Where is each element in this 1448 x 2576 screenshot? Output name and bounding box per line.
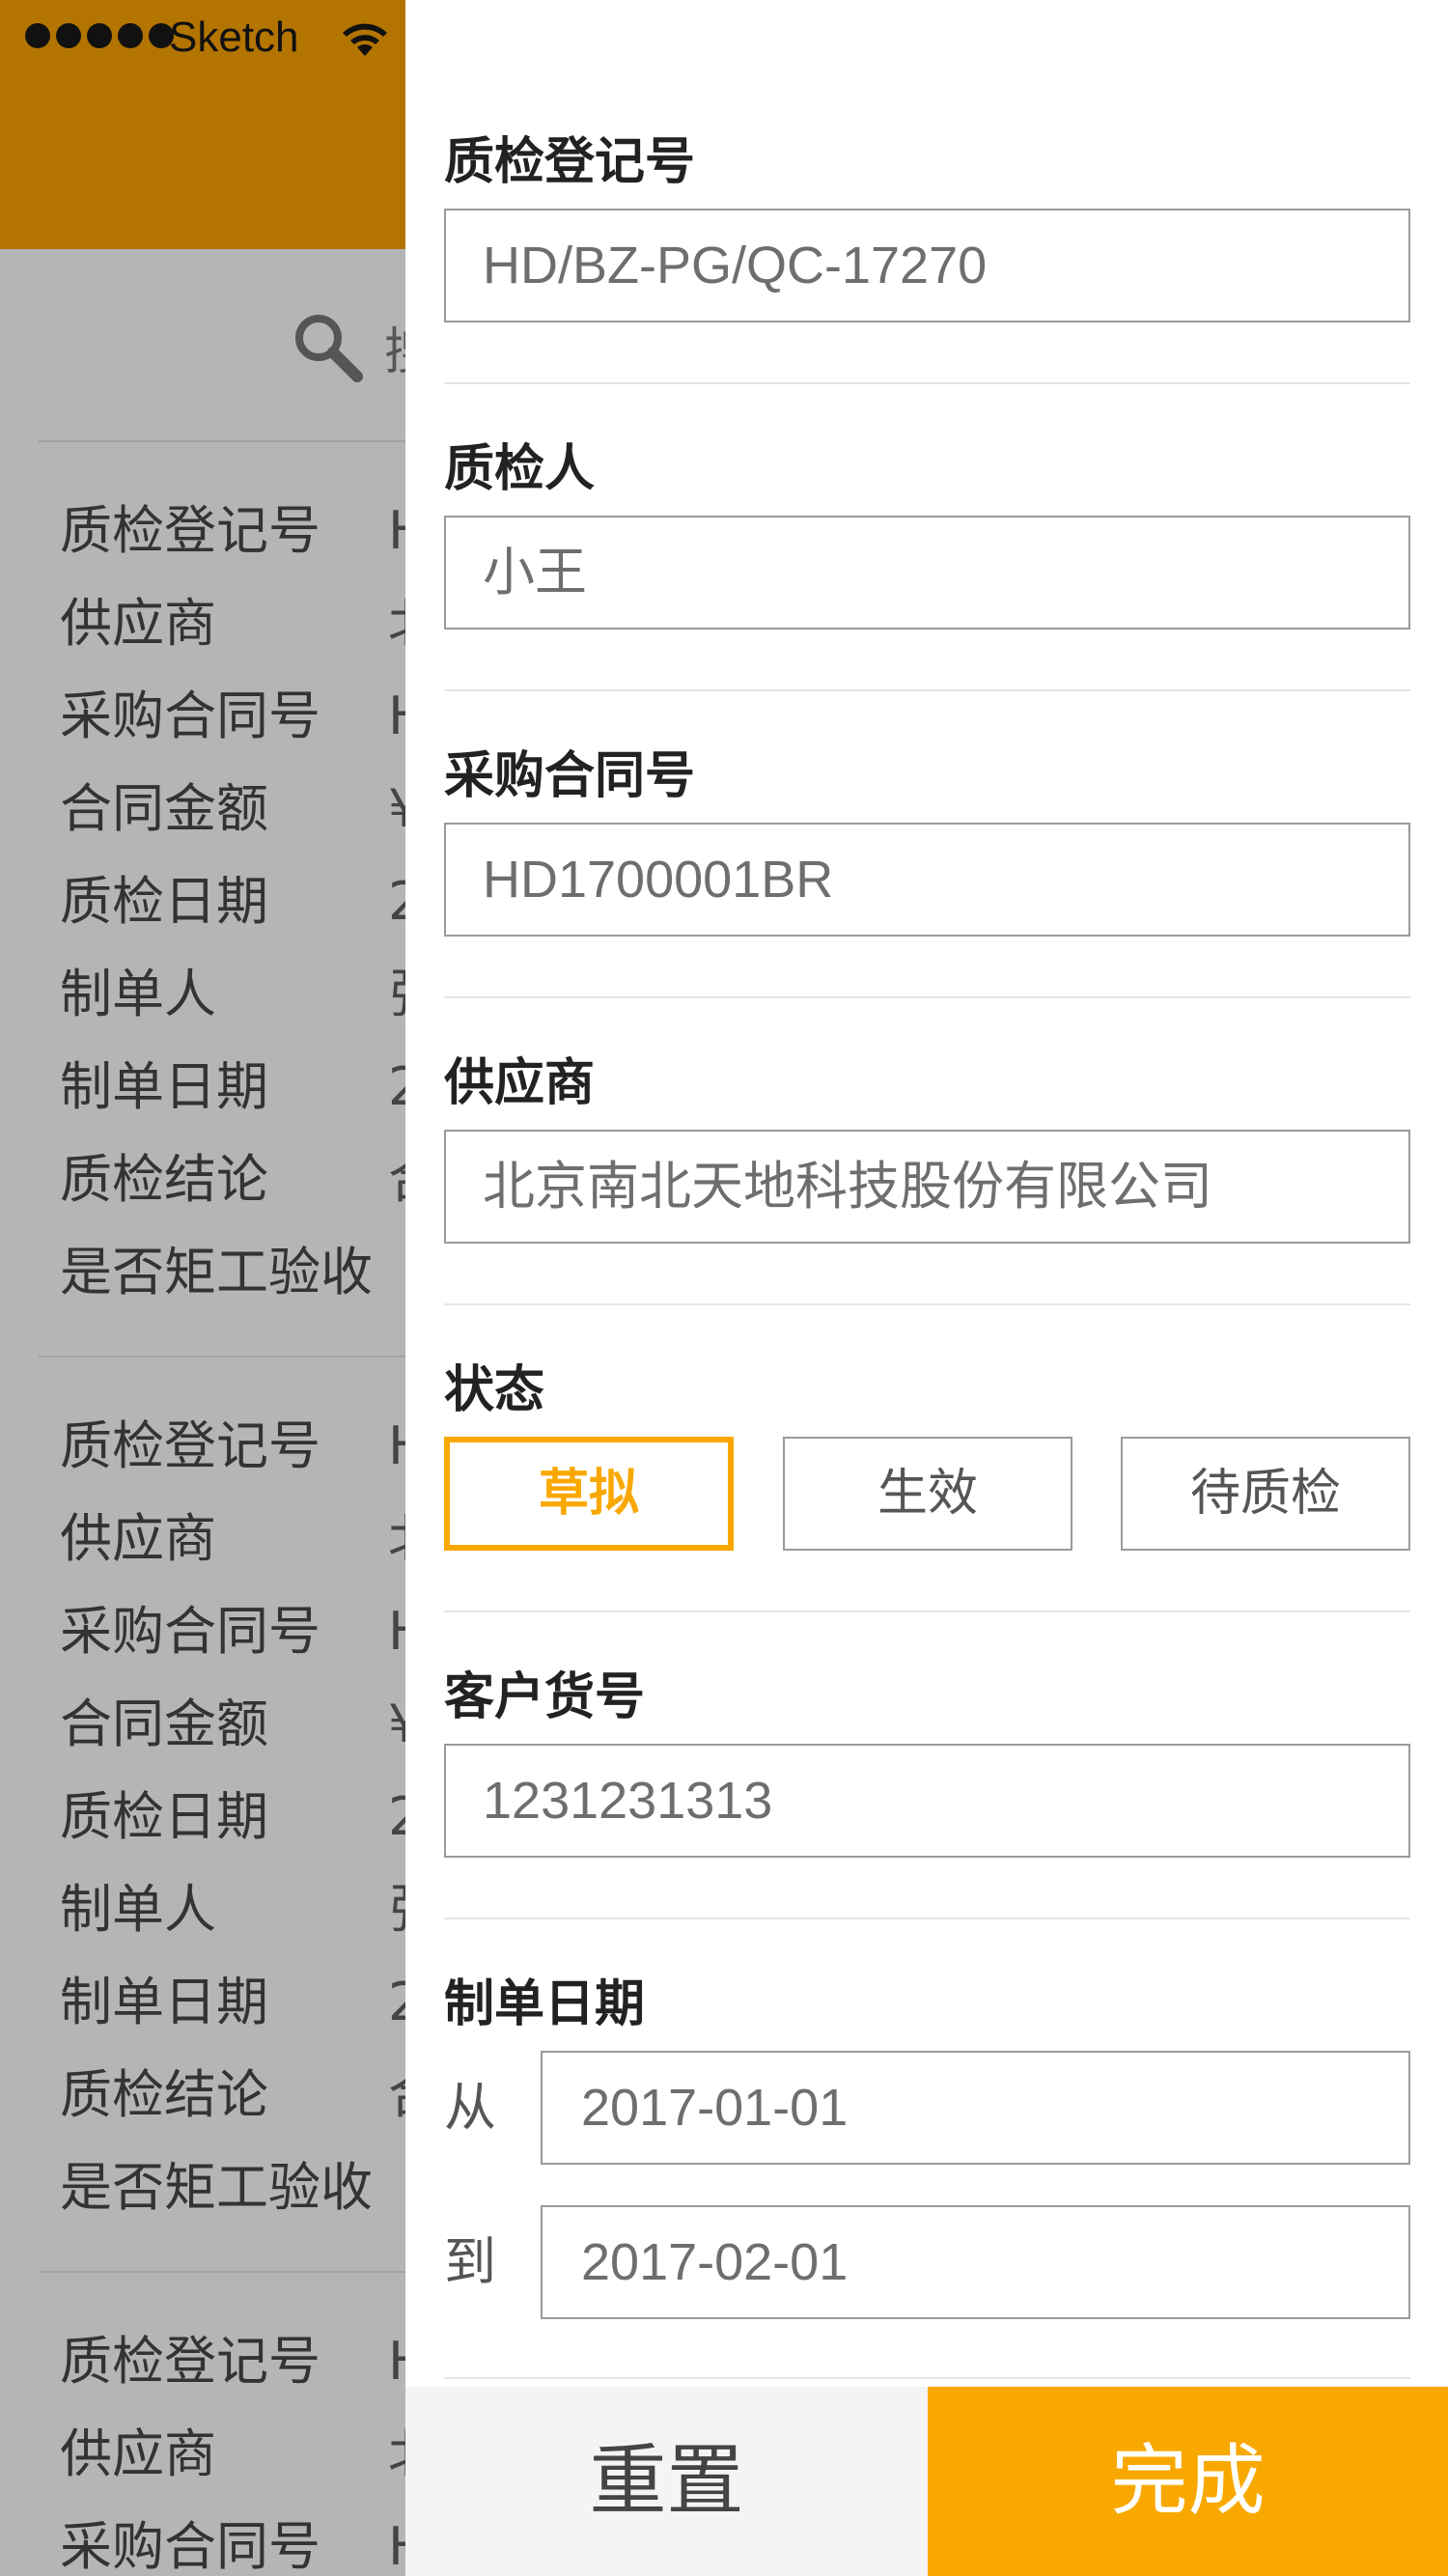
divider [444,1918,1410,1919]
inspector-input[interactable]: 小王 [444,516,1410,630]
done-button[interactable]: 完成 [928,2387,1448,2576]
list-divider [39,1356,405,1358]
divider [444,1610,1410,1612]
qc-number-label: 质检登记号 [444,133,696,191]
date-from-input[interactable]: 2017-01-01 [541,2051,1410,2165]
qc-number-input[interactable]: HD/BZ-PG/QC-17270 [444,209,1410,322]
list-divider [39,440,405,442]
divider [444,689,1410,691]
status-option-effective[interactable]: 生效 [783,1437,1072,1551]
customer-item-number-label: 客户货号 [444,1668,646,1726]
list-divider [39,2271,405,2273]
created-date-label: 制单日期 [444,1975,646,2033]
contract-number-input[interactable]: HD1700001BR [444,823,1410,937]
date-to-input[interactable]: 2017-02-01 [541,2205,1410,2319]
supplier-label: 供应商 [444,1054,596,1112]
date-from-label: 从 [444,2077,496,2138]
divider [444,382,1410,384]
status-option-draft[interactable]: 草拟 [444,1437,734,1551]
divider [444,996,1410,998]
carrier-name: Sketch [169,14,299,61]
filter-drawer: 质检登记号 HD/BZ-PG/QC-17270 质检人 小王 采购合同号 HD1… [405,0,1448,2576]
signal-icon [25,23,174,48]
status-option-pending-inspection[interactable]: 待质检 [1121,1437,1410,1551]
status-label: 状态 [444,1361,545,1419]
search-icon[interactable] [290,309,367,386]
divider [444,2377,1410,2379]
inspector-label: 质检人 [444,440,596,498]
reset-button[interactable]: 重置 [405,2387,928,2576]
date-to-label: 到 [444,2231,496,2292]
supplier-input[interactable]: 北京南北天地科技股份有限公司 [444,1130,1410,1244]
contract-number-label: 采购合同号 [444,747,696,805]
divider [444,1303,1410,1305]
wifi-icon [343,23,387,56]
customer-item-number-input[interactable]: 1231231313 [444,1744,1410,1858]
drawer-footer: 重置 完成 [405,2387,1448,2576]
